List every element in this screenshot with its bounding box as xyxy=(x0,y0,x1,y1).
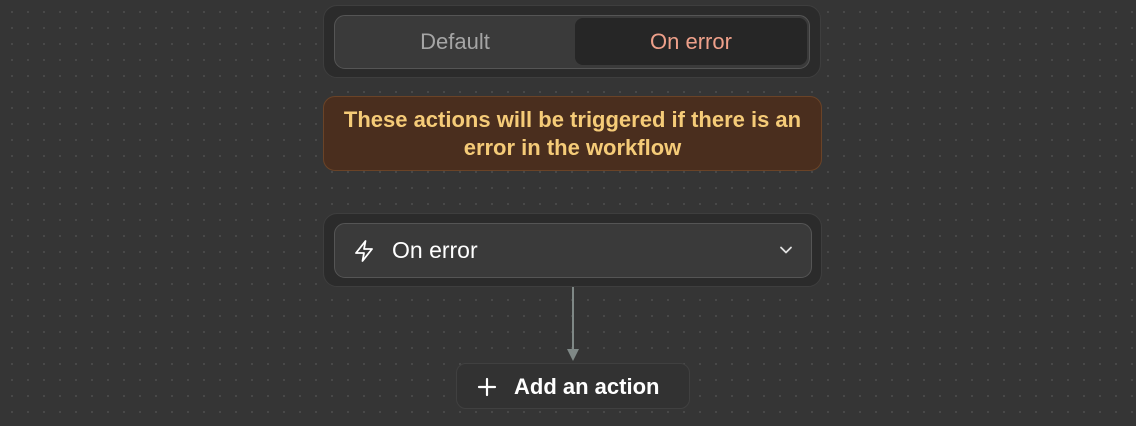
chevron-down-icon xyxy=(780,246,792,254)
connector-arrow xyxy=(567,287,579,361)
error-info-banner: These actions will be triggered if there… xyxy=(323,96,822,171)
tab-on-error[interactable]: On error xyxy=(575,18,807,65)
plus-icon xyxy=(477,377,497,397)
tab-track: Default On error xyxy=(334,15,810,69)
tab-default[interactable]: Default xyxy=(337,18,573,65)
banner-text: These actions will be triggered if there… xyxy=(343,106,802,160)
trigger-node: On error xyxy=(323,213,822,287)
add-action-button[interactable]: Add an action xyxy=(456,363,690,409)
trigger-label: On error xyxy=(392,237,478,263)
trigger-select[interactable]: On error xyxy=(334,223,812,278)
lightning-bolt-icon xyxy=(355,240,373,262)
trigger-mode-switcher: Default On error xyxy=(323,5,821,78)
add-action-label: Add an action xyxy=(514,374,660,399)
